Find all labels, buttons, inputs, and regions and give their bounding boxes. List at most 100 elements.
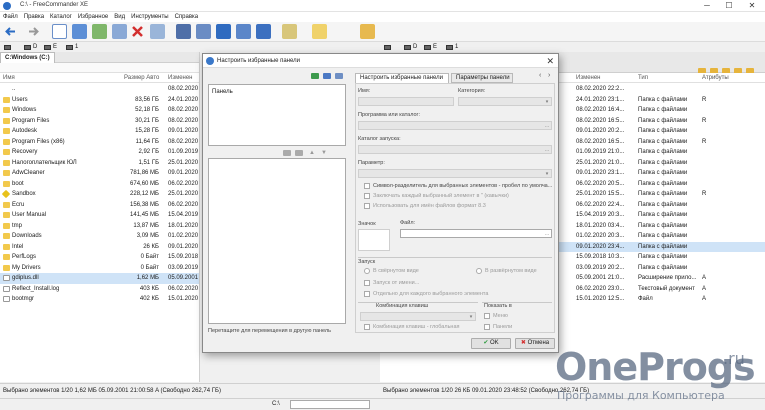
panel-list[interactable]: Панель — [208, 84, 346, 146]
forward-icon[interactable] — [26, 24, 41, 39]
close-button[interactable]: ✕ — [745, 1, 759, 11]
tab-configure-panels[interactable]: Настроить избранные панели — [355, 73, 449, 83]
menu-tools[interactable]: Инструменты — [128, 12, 171, 22]
drive-1-right[interactable]: 1 — [446, 43, 458, 51]
page-icon[interactable] — [52, 24, 67, 39]
maximize-button[interactable]: ☐ — [722, 1, 736, 11]
col-modified[interactable]: Изменен — [168, 75, 193, 81]
menu-help[interactable]: Справка — [172, 12, 202, 22]
browse-icon[interactable]: … — [544, 231, 550, 237]
table-row[interactable]: Sandbox 228,12 МБ 25.01.2020 — [0, 189, 199, 200]
command-input[interactable] — [290, 400, 370, 409]
copy-icon[interactable] — [72, 24, 87, 39]
browse-icon[interactable]: … — [544, 147, 550, 153]
table-row[interactable]: Downloads 3,09 МБ 01.02.2020 — [0, 231, 199, 242]
delete-icon[interactable] — [130, 24, 145, 39]
minimize-button[interactable]: ─ — [700, 1, 714, 11]
table-row[interactable]: Ecru 156,38 МБ 06.02.2020 — [0, 200, 199, 211]
browse-icon[interactable]: … — [544, 123, 550, 129]
ok-button[interactable]: ✔ OK — [471, 338, 511, 349]
cancel-button[interactable]: ✖ Отмена — [515, 338, 555, 349]
start-dir-input[interactable]: … — [358, 145, 552, 154]
table-row[interactable]: AdwCleaner 781,86 МБ 09.01.2020 — [0, 168, 199, 179]
col-modified[interactable]: Изменен — [576, 75, 601, 81]
table-row[interactable]: PerfLogs 0 Байт 15.09.2018 — [0, 252, 199, 263]
rename-icon[interactable] — [150, 24, 165, 39]
tab-scroll-left-icon[interactable]: ‹ — [539, 72, 541, 79]
program-input[interactable]: … — [358, 121, 552, 130]
table-row[interactable]: Program Files 30,21 ГБ 08.02.2020 — [0, 116, 199, 127]
view-grid-icon[interactable] — [236, 24, 251, 39]
icon-file-input[interactable]: … — [400, 229, 552, 238]
col-type[interactable]: Тип — [638, 75, 648, 81]
add-item-icon[interactable] — [283, 150, 291, 156]
minimized-radio[interactable] — [364, 268, 370, 274]
tab-panel-params[interactable]: Параметры панели — [451, 73, 513, 83]
drive-d-right[interactable]: D — [404, 43, 417, 51]
favorites-icon[interactable] — [312, 24, 327, 39]
drive-d-left[interactable]: D — [24, 43, 37, 51]
table-row[interactable]: Windows 52,18 ГБ 08.02.2020 — [0, 105, 199, 116]
col-name[interactable]: Имя — [3, 75, 15, 81]
folder-icon[interactable] — [360, 24, 375, 39]
col-size[interactable]: Размер Авто — [124, 75, 159, 81]
menu-favorites[interactable]: Избранное — [75, 12, 111, 22]
table-row[interactable]: boot 674,60 МБ 06.02.2020 — [0, 179, 199, 190]
view-list-icon[interactable] — [176, 24, 191, 39]
menu-view[interactable]: Вид — [111, 12, 128, 22]
table-row[interactable]: .. 08.02.2020 — [0, 84, 199, 95]
maximized-radio[interactable] — [476, 268, 482, 274]
table-row[interactable]: gdiplus.dll 1,62 МБ 05.09.2001 — [0, 273, 199, 284]
show-menu-checkbox[interactable] — [484, 313, 490, 319]
drive-c-left[interactable] — [4, 43, 11, 51]
menu-folder[interactable]: Каталог — [47, 12, 75, 22]
remove-item-icon[interactable] — [295, 150, 303, 156]
edit-panel-icon[interactable] — [335, 73, 343, 79]
drive-e-left[interactable]: E — [44, 43, 57, 51]
left-active-tab[interactable]: C:Windows (C:) — [0, 52, 55, 63]
each-item-checkbox[interactable] — [364, 291, 370, 297]
move-icon[interactable] — [112, 24, 127, 39]
add-panel-icon[interactable] — [311, 73, 319, 79]
table-row[interactable]: My Drivers 0 Байт 03.09.2019 — [0, 263, 199, 274]
tab-scroll-right-icon[interactable]: › — [548, 72, 550, 79]
table-row[interactable]: Налогоплательщик ЮЛ 1,51 ГБ 25.01.2020 — [0, 158, 199, 169]
table-row[interactable]: Program Files (x86) 11,64 ГБ 08.02.2020 — [0, 137, 199, 148]
show-panels-checkbox[interactable] — [484, 324, 490, 330]
move-up-icon[interactable]: ▲ — [309, 150, 315, 156]
table-row[interactable]: tmp 13,87 МБ 18.01.2020 — [0, 221, 199, 232]
panel-items-list[interactable] — [208, 158, 346, 324]
col-attributes[interactable]: Атрибуты — [702, 75, 729, 81]
separator-checkbox[interactable] — [364, 183, 370, 189]
menu-edit[interactable]: Правка — [21, 12, 47, 22]
table-row[interactable]: Users 83,56 ГБ 24.01.2020 — [0, 95, 199, 106]
drive-c-right[interactable] — [384, 43, 391, 51]
category-select[interactable]: ▾ — [458, 97, 552, 106]
delete-panel-icon[interactable] — [323, 73, 331, 79]
table-row[interactable]: bootmgr 402 КБ 15.01.2020 — [0, 294, 199, 305]
param-input[interactable]: ▾ — [358, 169, 552, 178]
back-icon[interactable] — [3, 24, 18, 39]
new-folder-icon[interactable] — [92, 24, 107, 39]
view-panel-icon[interactable] — [216, 24, 231, 39]
short-names-checkbox[interactable] — [364, 203, 370, 209]
drive-e-right[interactable]: E — [424, 43, 437, 51]
move-down-icon[interactable]: ▼ — [321, 150, 327, 156]
hotkey-select[interactable]: ▾ — [360, 312, 476, 321]
table-row[interactable]: User Manual 141,45 МБ 15.04.2019 — [0, 210, 199, 221]
table-row[interactable]: Autodesk 15,28 ГБ 09.01.2020 — [0, 126, 199, 137]
layout-icon[interactable] — [256, 24, 271, 39]
table-row[interactable]: Reflect_Install.log 403 КБ 06.02.2020 — [0, 284, 199, 295]
run-as-checkbox[interactable] — [364, 280, 370, 286]
dialog-close-button[interactable]: ✕ — [546, 56, 554, 67]
menu-file[interactable]: Файл — [0, 12, 21, 22]
table-row[interactable]: Recovery 2,92 ГБ 01.09.2019 — [0, 147, 199, 158]
drive-1-left[interactable]: 1 — [66, 43, 78, 51]
table-row[interactable]: Intel 26 КБ 09.01.2020 — [0, 242, 199, 253]
view-details-icon[interactable] — [196, 24, 211, 39]
quotes-checkbox[interactable] — [364, 193, 370, 199]
name-input[interactable] — [358, 97, 454, 106]
left-path-bar[interactable] — [0, 63, 199, 73]
global-hotkey-checkbox[interactable] — [364, 324, 370, 330]
settings-icon[interactable] — [282, 24, 297, 39]
